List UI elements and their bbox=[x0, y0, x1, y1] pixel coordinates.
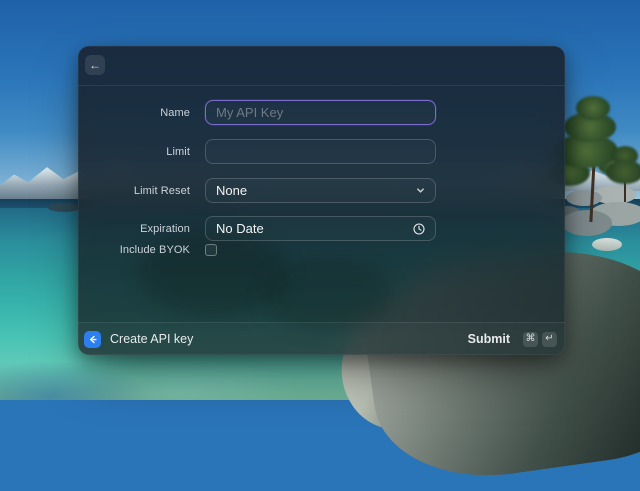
name-input[interactable] bbox=[205, 100, 436, 125]
clock-icon bbox=[413, 222, 425, 235]
form-row-limit: Limit bbox=[78, 139, 565, 164]
expiration-date-picker[interactable]: No Date bbox=[205, 216, 436, 241]
form-row-expiration: Expiration No Date bbox=[78, 216, 565, 241]
command-key-icon: ⌘ bbox=[523, 331, 538, 347]
form-row-name: Name bbox=[78, 100, 565, 125]
limit-field-wrap bbox=[205, 139, 436, 164]
limit-input[interactable] bbox=[205, 139, 436, 164]
tree-foliage bbox=[606, 160, 640, 184]
form-row-include-byok: Include BYOK bbox=[78, 243, 565, 256]
limit-reset-value: None bbox=[216, 183, 248, 198]
include-byok-checkbox[interactable] bbox=[205, 243, 217, 256]
limit-reset-label: Limit Reset bbox=[133, 184, 190, 197]
return-key-icon: ↵ bbox=[542, 331, 557, 347]
dialog-footer: Create API key Submit ⌘ ↵ bbox=[78, 322, 565, 355]
api-key-form: Name Limit Limit Reset None bbox=[78, 85, 565, 322]
tree-foliage bbox=[576, 96, 610, 120]
arrow-left-icon: ← bbox=[89, 58, 101, 72]
create-api-key-dialog: ← Name Limit Limit Reset None bbox=[78, 46, 565, 355]
expiration-label: Expiration bbox=[140, 222, 190, 235]
chevron-down-icon bbox=[416, 186, 425, 195]
back-button[interactable]: ← bbox=[85, 55, 105, 75]
limit-label: Limit bbox=[166, 145, 190, 158]
submit-button[interactable]: Submit ⌘ ↵ bbox=[467, 331, 557, 347]
name-label: Name bbox=[160, 106, 190, 119]
command-title: Create API key bbox=[110, 332, 194, 346]
name-field-wrap bbox=[205, 100, 436, 125]
limit-reset-field-wrap: None bbox=[205, 178, 436, 203]
extension-icon bbox=[84, 330, 101, 348]
form-row-limit-reset: Limit Reset None bbox=[78, 178, 565, 203]
expiration-field-wrap: No Date bbox=[205, 216, 436, 241]
submit-label: Submit bbox=[467, 332, 510, 346]
expiration-value: No Date bbox=[216, 221, 264, 236]
limit-reset-dropdown[interactable]: None bbox=[205, 178, 436, 203]
wallpaper-water-rock bbox=[592, 238, 622, 251]
wallpaper-rock-island bbox=[48, 203, 80, 212]
dialog-header: ← bbox=[78, 46, 565, 86]
wallpaper-small-tree bbox=[602, 146, 640, 204]
include-byok-label: Include BYOK bbox=[119, 243, 190, 256]
